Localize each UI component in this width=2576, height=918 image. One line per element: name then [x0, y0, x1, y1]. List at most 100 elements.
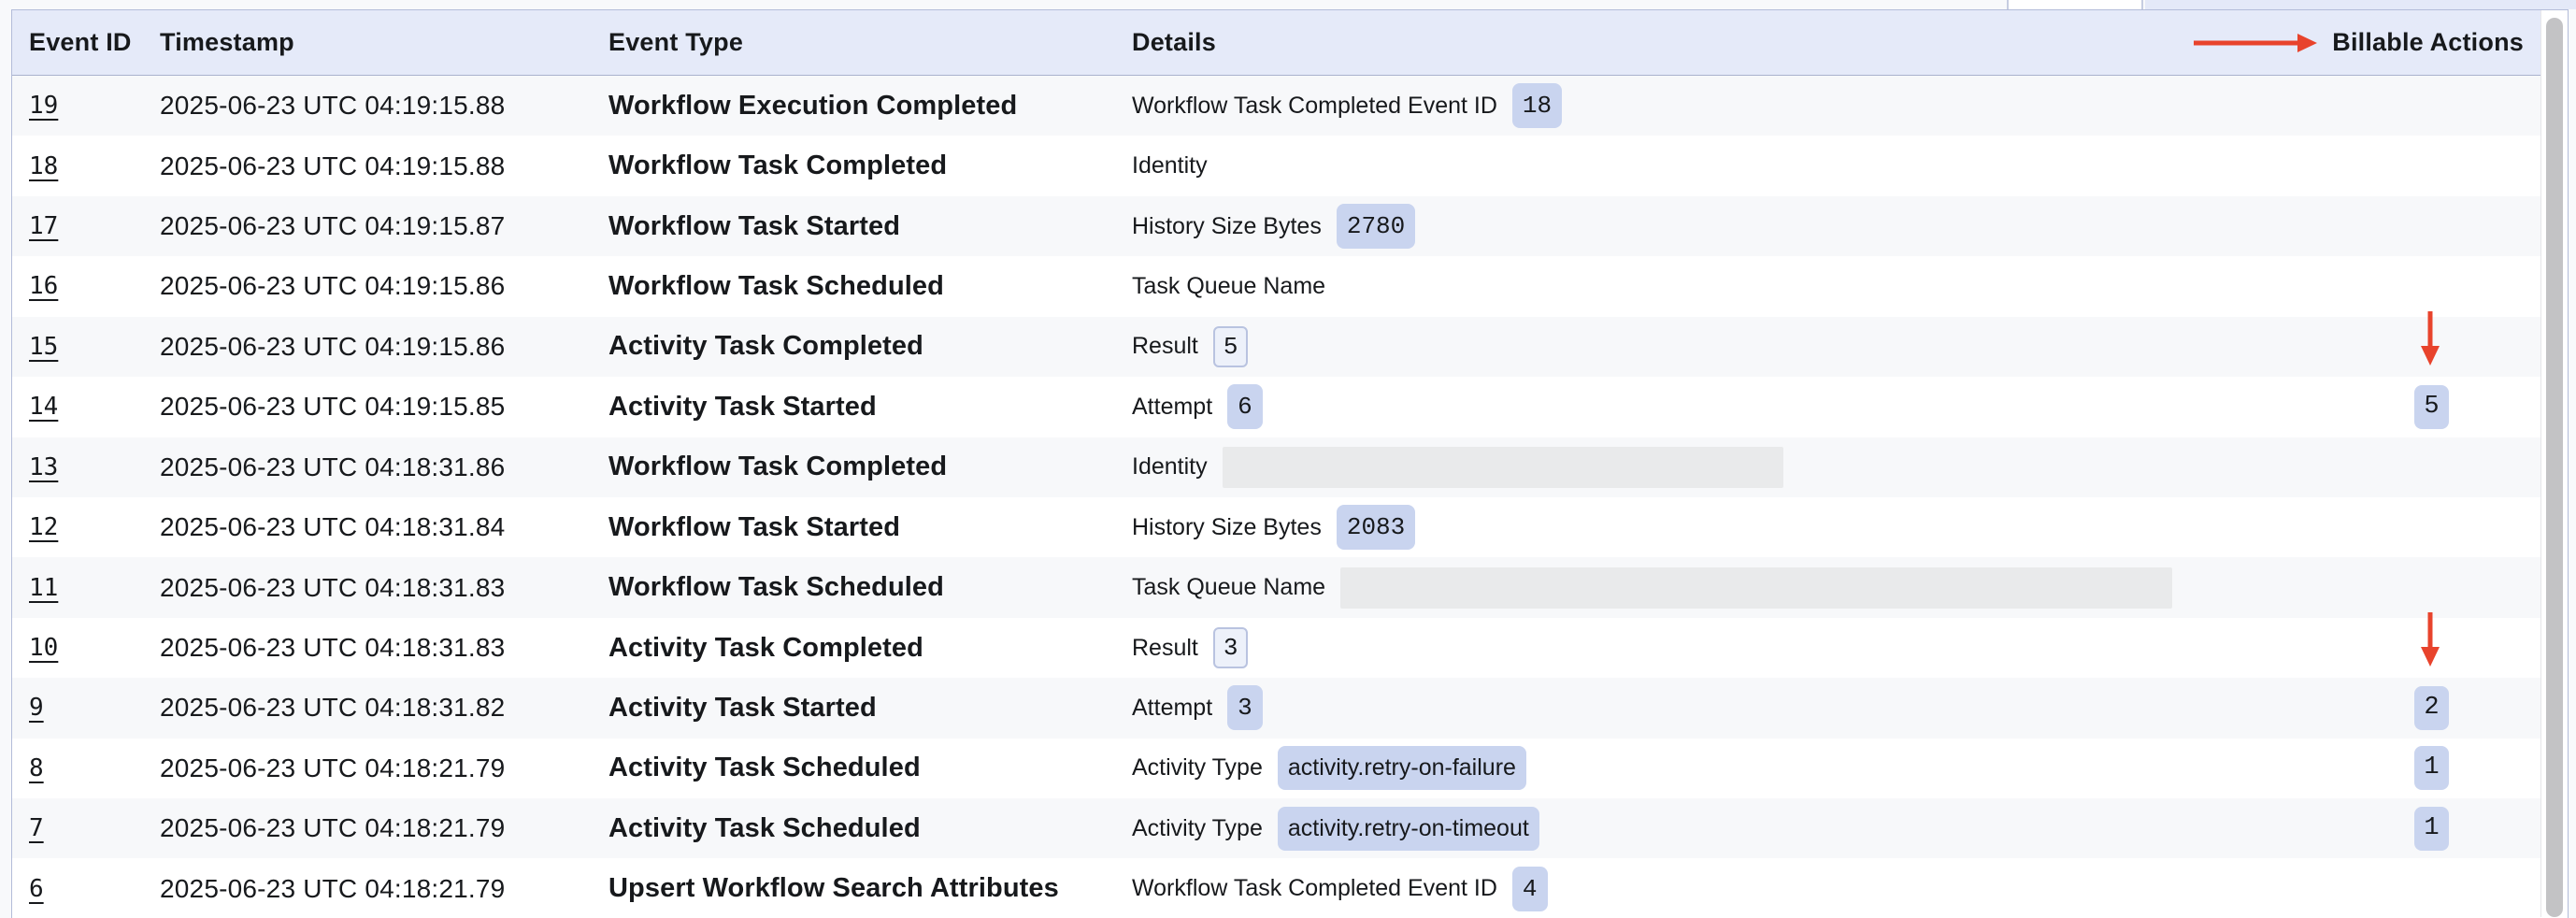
event-id-link[interactable]: 12 — [29, 513, 58, 541]
column-header-details: Details — [1132, 28, 2185, 57]
table-row: 12 2025-06-23 UTC 04:18:31.84 Workflow T… — [12, 497, 2540, 557]
event-id-link[interactable]: 13 — [29, 453, 58, 481]
table-row: 17 2025-06-23 UTC 04:19:15.87 Workflow T… — [12, 196, 2540, 256]
event-timestamp: 2025-06-23 UTC 04:19:15.86 — [160, 271, 505, 300]
event-timestamp: 2025-06-23 UTC 04:19:15.88 — [160, 151, 505, 180]
detail-value-badge: 6 — [1227, 384, 1263, 429]
event-id-link[interactable]: 15 — [29, 333, 58, 361]
column-header-billable-actions-label: Billable Actions — [2332, 28, 2524, 57]
event-id-link[interactable]: 6 — [29, 875, 44, 903]
table-row: 11 2025-06-23 UTC 04:18:31.83 Workflow T… — [12, 557, 2540, 617]
event-type-label: Workflow Execution Completed — [608, 91, 1017, 121]
billable-actions-badge: 1 — [2414, 746, 2449, 790]
table-row: 10 2025-06-23 UTC 04:18:31.83 Activity T… — [12, 618, 2540, 678]
detail-value-badge: 3 — [1227, 685, 1263, 730]
redacted-value-block — [1223, 447, 1783, 488]
billable-actions-badge: 2 — [2414, 686, 2449, 730]
workflow-history-page: { "colors": { "page_bg": "#f8f9fb", "hea… — [0, 0, 2576, 918]
table-row: 15 2025-06-23 UTC 04:19:15.86 Activity T… — [12, 317, 2540, 377]
event-timestamp: 2025-06-23 UTC 04:18:21.79 — [160, 813, 505, 842]
event-type-label: Workflow Task Started — [608, 512, 900, 542]
detail-label: Identity — [1132, 453, 1208, 481]
detail-value-badge: activity.retry-on-failure — [1278, 746, 1526, 790]
event-id-link[interactable]: 8 — [29, 754, 44, 782]
detail-label: Activity Type — [1132, 754, 1263, 782]
table-row: 7 2025-06-23 UTC 04:18:21.79 Activity Ta… — [12, 798, 2540, 858]
detail-value-badge: 3 — [1213, 627, 1249, 668]
event-id-link[interactable]: 10 — [29, 634, 58, 662]
column-header-event-type: Event Type — [608, 28, 1132, 57]
event-id-link[interactable]: 19 — [29, 92, 58, 120]
detail-label: History Size Bytes — [1132, 213, 1322, 240]
detail-label: Attempt — [1132, 695, 1212, 722]
event-id-link[interactable]: 7 — [29, 814, 44, 842]
detail-label: Result — [1132, 635, 1198, 662]
toolbar-button-fragment[interactable] — [2007, 0, 2143, 9]
event-id-link[interactable]: 11 — [29, 574, 58, 602]
detail-value-badge: 5 — [1213, 326, 1249, 367]
billable-actions-badge: 5 — [2414, 385, 2449, 429]
toolbar-segment-fragment[interactable] — [2145, 0, 2576, 9]
event-timestamp: 2025-06-23 UTC 04:18:21.79 — [160, 874, 505, 903]
scrollbar-thumb[interactable] — [2546, 18, 2563, 917]
table-row: 18 2025-06-23 UTC 04:19:15.88 Workflow T… — [12, 136, 2540, 195]
event-type-label: Activity Task Started — [608, 693, 877, 723]
event-type-label: Workflow Task Scheduled — [608, 271, 944, 301]
event-type-label: Workflow Task Completed — [608, 452, 947, 481]
billable-actions-badge: 1 — [2414, 807, 2449, 851]
redacted-value-block — [1340, 567, 2172, 609]
event-type-label: Workflow Task Scheduled — [608, 572, 944, 602]
event-id-link[interactable]: 14 — [29, 393, 58, 421]
column-header-billable-actions: Billable Actions — [2185, 28, 2540, 57]
table-row: 13 2025-06-23 UTC 04:18:31.86 Workflow T… — [12, 437, 2540, 497]
vertical-scrollbar[interactable] — [2540, 10, 2568, 917]
event-timestamp: 2025-06-23 UTC 04:18:21.79 — [160, 753, 505, 782]
table-row: 8 2025-06-23 UTC 04:18:21.79 Activity Ta… — [12, 739, 2540, 798]
detail-value-badge: 18 — [1512, 83, 1562, 128]
table-row: 14 2025-06-23 UTC 04:19:15.85 Activity T… — [12, 377, 2540, 437]
event-timestamp: 2025-06-23 UTC 04:18:31.84 — [160, 512, 505, 541]
toolbar-clipped-strip — [0, 0, 2576, 9]
event-type-label: Workflow Task Started — [608, 211, 900, 241]
detail-label: Task Queue Name — [1132, 574, 1325, 601]
detail-label: History Size Bytes — [1132, 514, 1322, 541]
table-row: 9 2025-06-23 UTC 04:18:31.82 Activity Ta… — [12, 678, 2540, 738]
column-header-timestamp: Timestamp — [160, 28, 608, 57]
detail-value-badge: activity.retry-on-timeout — [1278, 807, 1539, 851]
event-id-link[interactable]: 16 — [29, 272, 58, 300]
event-id-link[interactable]: 18 — [29, 152, 58, 180]
event-type-label: Workflow Task Completed — [608, 151, 947, 180]
event-type-label: Activity Task Completed — [608, 331, 923, 361]
event-timestamp: 2025-06-23 UTC 04:19:15.86 — [160, 332, 505, 361]
detail-label: Task Queue Name — [1132, 273, 1325, 300]
event-type-label: Activity Task Scheduled — [608, 813, 921, 843]
detail-label: Activity Type — [1132, 815, 1263, 842]
event-type-label: Upsert Workflow Search Attributes — [608, 873, 1059, 903]
event-timestamp: 2025-06-23 UTC 04:18:31.83 — [160, 633, 505, 662]
event-timestamp: 2025-06-23 UTC 04:18:31.86 — [160, 452, 505, 481]
event-type-label: Activity Task Completed — [608, 633, 923, 663]
event-timestamp: 2025-06-23 UTC 04:18:31.82 — [160, 693, 505, 722]
table-row: 6 2025-06-23 UTC 04:18:21.79 Upsert Work… — [12, 858, 2540, 918]
detail-label: Workflow Task Completed Event ID — [1132, 875, 1497, 902]
table-row: 16 2025-06-23 UTC 04:19:15.86 Workflow T… — [12, 256, 2540, 316]
table-body: 19 2025-06-23 UTC 04:19:15.88 Workflow E… — [12, 76, 2540, 918]
table-header-row: Event ID Timestamp Event Type Details Bi… — [12, 10, 2540, 76]
column-header-event-id: Event ID — [12, 28, 160, 57]
red-arrow-right-icon — [2194, 33, 2317, 53]
event-id-link[interactable]: 9 — [29, 694, 44, 722]
event-timestamp: 2025-06-23 UTC 04:18:31.83 — [160, 573, 505, 602]
detail-label: Attempt — [1132, 394, 1212, 421]
detail-value-badge: 4 — [1512, 867, 1548, 911]
event-history-table: Event ID Timestamp Event Type Details Bi… — [11, 9, 2569, 918]
detail-value-badge: 2780 — [1337, 204, 1415, 249]
event-timestamp: 2025-06-23 UTC 04:19:15.85 — [160, 392, 505, 421]
event-type-label: Activity Task Started — [608, 392, 877, 422]
red-arrow-down-icon — [2420, 612, 2440, 667]
detail-label: Result — [1132, 333, 1198, 360]
event-timestamp: 2025-06-23 UTC 04:19:15.87 — [160, 211, 505, 240]
detail-label: Identity — [1132, 152, 1208, 179]
detail-value-badge: 2083 — [1337, 505, 1415, 550]
detail-label: Workflow Task Completed Event ID — [1132, 93, 1497, 120]
event-id-link[interactable]: 17 — [29, 212, 58, 240]
